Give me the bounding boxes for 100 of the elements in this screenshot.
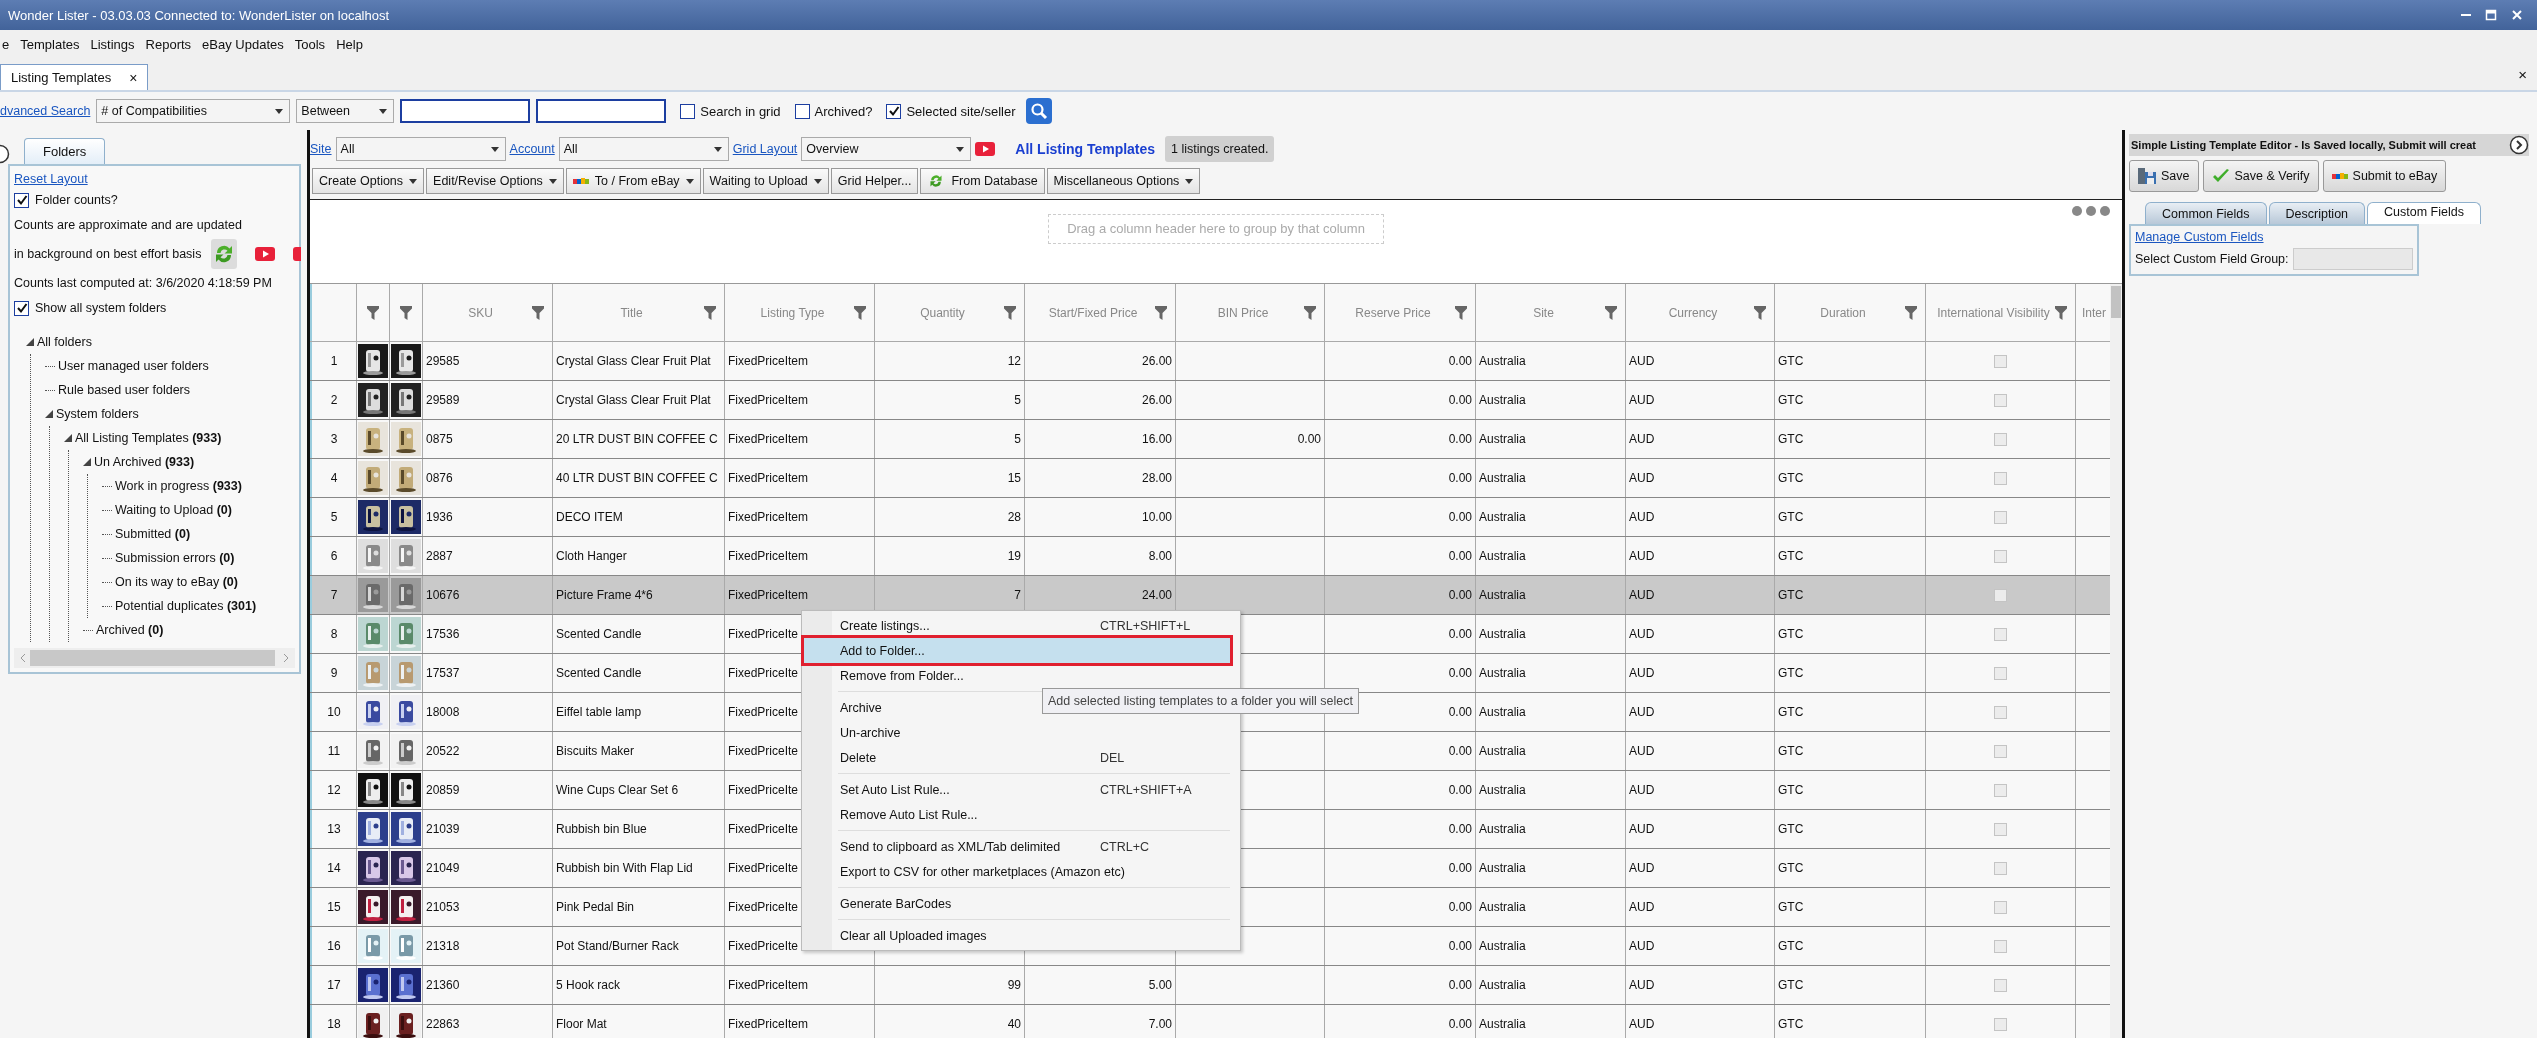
table-cell: 0.00 [1325,537,1476,575]
menu-item[interactable]: Templates [20,34,80,54]
table-row[interactable]: 2 29589 Crystal Glass Clear Fruit Plat FixedPriceItem 5 26.00 0.00 Australia AUD GTC [310,381,2110,420]
scrollbar[interactable] [14,648,295,668]
link[interactable]: Site [310,142,332,156]
column-header[interactable]: Duration [1781,305,1905,320]
tree-item[interactable]: System folders [56,407,139,421]
dropdown[interactable]: # of Compatibilities [96,99,291,123]
tree-item[interactable]: On its way to eBay (0) [115,575,238,589]
table-cell: AUD [1626,615,1775,653]
table-cell: 5.00 [1025,966,1176,1004]
tab[interactable]: Custom Fields [2367,202,2481,224]
dropdown[interactable]: Overview [801,137,972,161]
toolbar-button[interactable]: Grid Helper... [830,168,919,194]
toolbar-button[interactable]: From Database [920,168,1045,194]
menu-item[interactable]: eBay Updates [202,34,284,54]
table-cell: AUD [1626,342,1775,380]
table-cell: 0.00 [1325,810,1476,848]
dropdown[interactable]: Between [296,99,395,123]
close-button[interactable]: × [129,69,138,86]
toolbar-button[interactable]: Create Options [312,168,425,194]
toolbar-button[interactable]: Miscellaneous Options [1046,168,1201,194]
document-tab[interactable]: Listing Templates × [0,64,149,90]
menu-item[interactable]: Add to Folder... [804,638,1230,663]
link[interactable]: Account [509,142,555,156]
tab[interactable]: Common Fields [2145,202,2267,224]
caret-icon [409,178,418,184]
table-cell: 20859 [423,771,553,809]
button[interactable]: Submit to eBay [2322,160,2447,192]
caret-icon [685,178,694,184]
link[interactable]: Manage Custom Fields [2135,230,2413,244]
dropdown[interactable]: All [558,137,729,161]
tree-item[interactable]: Submitted (0) [115,527,191,541]
column-header[interactable]: International Visibility [1932,305,2055,320]
tree-item[interactable]: Potential duplicates (301) [115,599,257,613]
tree-item[interactable]: Un Archived (933) [94,455,195,469]
tree-item[interactable]: Submission errors (0) [115,551,235,565]
refresh-button[interactable] [211,239,238,269]
tree-item[interactable]: Rule based user folders [58,383,191,397]
tree-item[interactable]: Waiting to Upload (0) [115,503,232,517]
table-cell: GTC [1775,459,1926,497]
caret-icon [956,146,965,152]
tree-item[interactable]: Archived (0) [96,623,164,637]
menu-item[interactable]: Tools [294,34,326,54]
dropdown[interactable]: All [335,137,506,161]
menu-item[interactable]: Listings [90,34,135,54]
caret-icon [1185,178,1194,184]
toolbar-button[interactable]: To / From eBay [565,168,701,194]
table-cell: 19 [875,537,1025,575]
table-cell: Scented Candle [553,615,725,653]
tree-item[interactable]: All folders [37,335,92,349]
button[interactable]: Save & Verify [2202,160,2319,192]
table-cell: 21053 [423,888,553,926]
menu-item[interactable]: e [2,34,10,54]
menu-item[interactable]: Reports [145,34,192,54]
toolbar-button[interactable]: Edit/Revise Options [426,168,564,194]
search-button[interactable] [1025,98,1052,124]
tree-item[interactable]: Work in progress (933) [115,479,242,493]
tab[interactable]: Folders [24,138,106,164]
table-cell: 15 [875,459,1025,497]
tree-item[interactable]: All Listing Templates (933) [75,431,222,445]
table-cell: 7.00 [1025,1005,1176,1038]
checkbox[interactable] [680,103,696,119]
tab[interactable]: Description [2268,202,2366,224]
column-header[interactable]: SKU [429,305,532,320]
link[interactable]: dvanced Search [0,104,91,118]
menu-item[interactable]: Help [336,34,363,54]
link[interactable]: Reset Layout [14,172,295,186]
table-cell: 5 [875,381,1025,419]
video-icon [975,142,996,156]
table-row[interactable]: 6 2887 Cloth Hanger FixedPriceItem 19 8.00 0.00 Australia AUD GTC [310,537,2110,576]
link[interactable]: Grid Layout [732,142,798,156]
table-row[interactable]: 1 29585 Crystal Glass Clear Fruit Plat FixedPriceItem 12 26.00 0.00 Australia AUD GTC [310,342,2110,381]
button[interactable]: Save [2129,160,2199,192]
table-cell: GTC [1775,537,1926,575]
toolbar-button[interactable]: Waiting to Upload [702,168,829,194]
close-button[interactable]: × [2518,65,2527,83]
logo-icon [572,177,589,185]
table-row[interactable]: 17 21360 5 Hook rack FixedPriceItem 99 5.00 0.00 Australia AUD GTC [310,966,2110,1005]
table-row[interactable]: 5 1936 DECO ITEM FixedPriceItem 28 10.00 0.00 Australia AUD GTC [310,498,2110,537]
table-row[interactable]: 4 0876 40 LTR DUST BIN COFFEE C FixedPriceItem 15 28.00 0.00 Australia AUD GTC [310,459,2110,498]
table-cell: Floor Mat [553,1005,725,1038]
input-field[interactable] [400,99,531,123]
scrollbar[interactable] [2110,284,2122,1038]
checkbox[interactable] [14,192,29,208]
table-cell: 29585 [423,342,553,380]
table-row[interactable]: 7 10676 Picture Frame 4*6 FixedPriceItem 7 24.00 0.00 Australia AUD GTC [310,576,2110,615]
checkbox[interactable] [794,103,810,119]
table-cell: AUD [1626,771,1775,809]
table-row[interactable]: 3 0875 20 LTR DUST BIN COFFEE C FixedPriceItem 5 16.00 0.00 0.00 Australia AUD GTC [310,420,2110,459]
tree-item[interactable]: User managed user folders [58,359,209,373]
input-field[interactable] [536,99,667,123]
table-cell: FixedPriceItem [725,381,875,419]
table-cell: 0.00 [1325,927,1476,965]
checkbox-label: Selected site/seller [906,103,1016,119]
table-cell: 0.00 [1325,576,1476,614]
checkbox[interactable] [886,103,902,119]
table-cell: 10676 [423,576,553,614]
table-cell: 26.00 [1025,342,1176,380]
checkbox[interactable] [14,300,29,316]
